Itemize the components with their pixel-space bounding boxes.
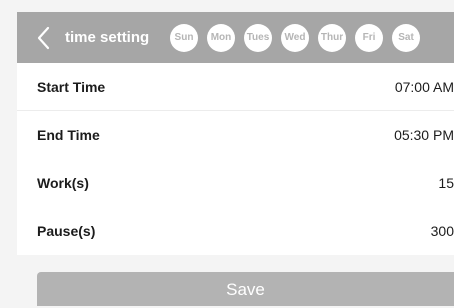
chevron-left-icon xyxy=(37,26,50,50)
pause-seconds-label: Pause(s) xyxy=(37,223,96,239)
start-time-value[interactable]: 07:00 AM xyxy=(395,77,454,97)
start-time-row[interactable]: Start Time 07:00 AM xyxy=(17,63,454,111)
day-toggle-tues[interactable]: Tues xyxy=(244,24,272,52)
page-title: time setting xyxy=(65,29,150,46)
end-time-value[interactable]: 05:30 PM xyxy=(394,125,454,145)
back-button[interactable] xyxy=(35,25,53,51)
day-toggle-mon[interactable]: Mon xyxy=(207,24,235,52)
pause-seconds-value[interactable]: 300 xyxy=(431,221,454,241)
pause-seconds-row[interactable]: Pause(s) 300 xyxy=(17,207,454,255)
header-bar: time setting Sun Mon Tues Wed Thur Fri S… xyxy=(17,12,454,63)
day-toggle-thur[interactable]: Thur xyxy=(318,24,346,52)
day-toggle-wed[interactable]: Wed xyxy=(281,24,309,52)
save-button[interactable]: Save xyxy=(37,272,454,306)
work-seconds-value[interactable]: 15 xyxy=(438,173,454,193)
day-toggle-sat[interactable]: Sat xyxy=(392,24,420,52)
work-seconds-row[interactable]: Work(s) 15 xyxy=(17,159,454,207)
end-time-row[interactable]: End Time 05:30 PM xyxy=(17,111,454,159)
end-time-label: End Time xyxy=(37,127,100,143)
day-toggle-fri[interactable]: Fri xyxy=(355,24,383,52)
day-toggle-sun[interactable]: Sun xyxy=(170,24,198,52)
start-time-label: Start Time xyxy=(37,79,106,95)
work-seconds-label: Work(s) xyxy=(37,175,89,191)
